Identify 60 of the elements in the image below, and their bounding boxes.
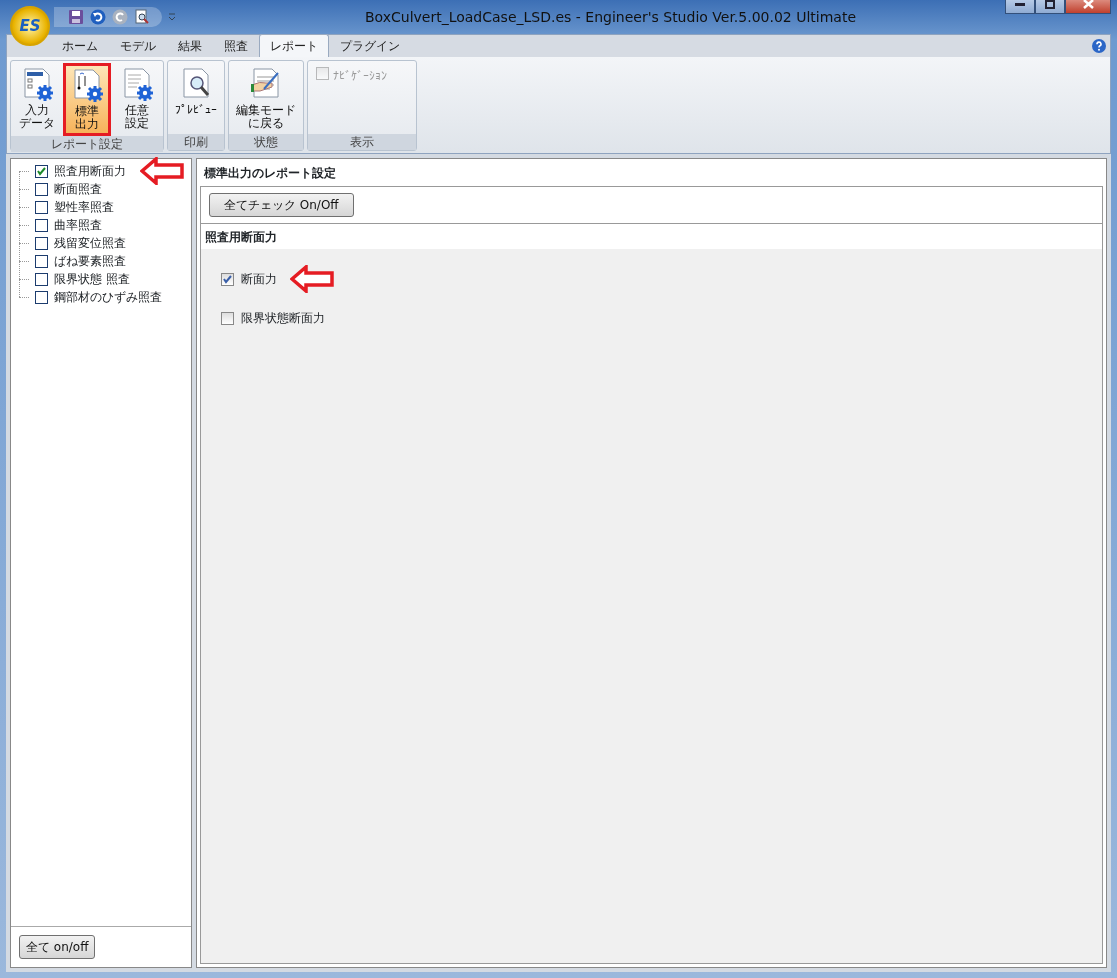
app-logo-button[interactable]: ES (10, 6, 50, 46)
maximize-icon (1045, 0, 1055, 9)
document-gear-icon (71, 68, 103, 102)
ribbon-button[interactable]: 標準 出力 (63, 63, 111, 136)
document-gear-icon (21, 67, 53, 101)
option-label[interactable]: 断面力 (241, 270, 277, 288)
tree-checkbox[interactable] (35, 272, 48, 286)
tree-checkbox[interactable] (35, 182, 48, 196)
tree-item-label[interactable]: 曲率照査 (54, 216, 102, 234)
tree-checkbox[interactable] (35, 290, 48, 304)
window-title: BoxCulvert_LoadCase_LSD.es - Engineer's Studio Ver.5.00.02 Ultimate (363, 7, 858, 27)
tree-item-label[interactable]: 照査用断面力 (54, 162, 126, 180)
check-all-button[interactable]: 全てチェック On/Off (209, 193, 354, 217)
ribbon-button[interactable]: 任意 設定 (113, 63, 161, 136)
minimize-button[interactable] (1005, 0, 1035, 14)
tree-checkbox[interactable] (35, 236, 48, 250)
tree-item-label[interactable]: 塑性率照査 (54, 198, 114, 216)
option-checkbox[interactable] (221, 272, 234, 286)
option-label[interactable]: 限界状態断面力 (241, 309, 325, 327)
maximize-button[interactable] (1035, 0, 1065, 14)
all-on-off-button[interactable]: 全て on/off (19, 935, 96, 959)
ribbon-tab[interactable]: プラグイン (329, 34, 411, 57)
section-title: 照査用断面力 (204, 229, 278, 246)
minimize-icon (1015, 2, 1025, 6)
ribbon-tab[interactable]: レポート (259, 34, 329, 57)
tree-checkbox[interactable] (35, 200, 48, 214)
tree-checkbox[interactable] (35, 254, 48, 268)
print-preview-icon[interactable] (134, 9, 150, 25)
group-label: 印刷 (168, 134, 224, 150)
ribbon-tab[interactable]: モデル (109, 34, 167, 57)
panel-title: 標準出力のレポート設定 (203, 165, 337, 182)
ribbon-tab[interactable]: ホーム (51, 34, 109, 57)
group-label: レポート設定 (11, 136, 163, 152)
tree-item-label[interactable]: 限界状態 照査 (54, 270, 130, 288)
help-icon[interactable] (1092, 39, 1106, 53)
document-gear-icon (121, 67, 153, 101)
tree-item-label[interactable]: 断面照査 (54, 180, 102, 198)
redo-icon[interactable] (112, 9, 128, 25)
tree-item-label[interactable]: 鋼部材のひずみ照査 (54, 288, 162, 306)
close-icon (1082, 0, 1094, 9)
tree-item-label[interactable]: ばね要素照査 (54, 252, 126, 270)
dropdown-icon[interactable] (168, 13, 176, 21)
tree-checkbox[interactable] (35, 164, 48, 178)
check-icon (222, 274, 233, 284)
group-label: 表示 (308, 134, 416, 150)
close-button[interactable] (1065, 0, 1111, 14)
option-checkbox[interactable] (221, 311, 234, 325)
ribbon-tab[interactable]: 照査 (213, 34, 259, 57)
ribbon-button[interactable]: 編集モード に戻る (231, 63, 301, 134)
magnifier-document-icon (180, 67, 212, 101)
save-icon[interactable] (68, 9, 84, 25)
hand-document-icon (250, 67, 282, 101)
ribbon-button[interactable]: ﾌﾟﾚﾋﾞｭｰ (170, 63, 222, 134)
tree-item-label[interactable]: 残留変位照査 (54, 234, 126, 252)
group-label: 状態 (229, 134, 303, 150)
undo-icon[interactable] (90, 9, 106, 25)
check-icon (36, 166, 47, 176)
ribbon-button[interactable]: 入力 データ (13, 63, 61, 136)
tree-checkbox[interactable] (35, 218, 48, 232)
ribbon-tab[interactable]: 結果 (167, 34, 213, 57)
